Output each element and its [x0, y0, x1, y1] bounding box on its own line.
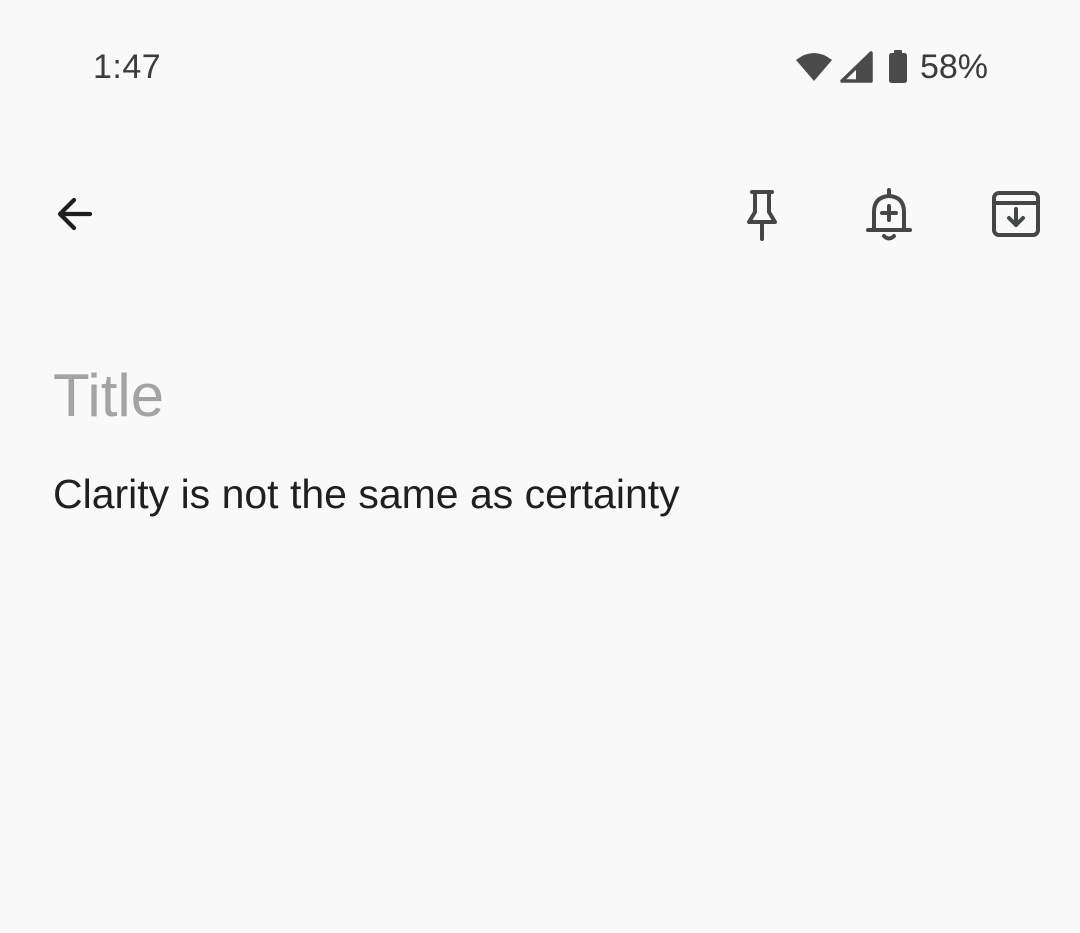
battery-percent: 58%	[919, 48, 988, 86]
status-icons: 58%	[794, 44, 988, 90]
archive-button[interactable]	[984, 182, 1048, 246]
back-button[interactable]	[42, 182, 106, 246]
title-input[interactable]	[53, 360, 1013, 430]
note-body[interactable]: Clarity is not the same as certainty	[53, 468, 1013, 520]
status-time: 1:47	[93, 48, 162, 86]
archive-icon	[992, 191, 1040, 237]
arrow-left-icon	[57, 197, 93, 231]
cell-signal-icon	[840, 51, 873, 83]
note-editor-screen: 1:47 58% Title Clarity is not the same a…	[0, 0, 1080, 933]
add-reminder-button[interactable]	[857, 182, 921, 246]
wifi-icon	[795, 53, 832, 81]
add-reminder-bell-icon	[866, 188, 912, 241]
battery-icon	[888, 50, 907, 83]
pin-icon	[747, 190, 777, 241]
pin-button[interactable]	[730, 182, 794, 246]
